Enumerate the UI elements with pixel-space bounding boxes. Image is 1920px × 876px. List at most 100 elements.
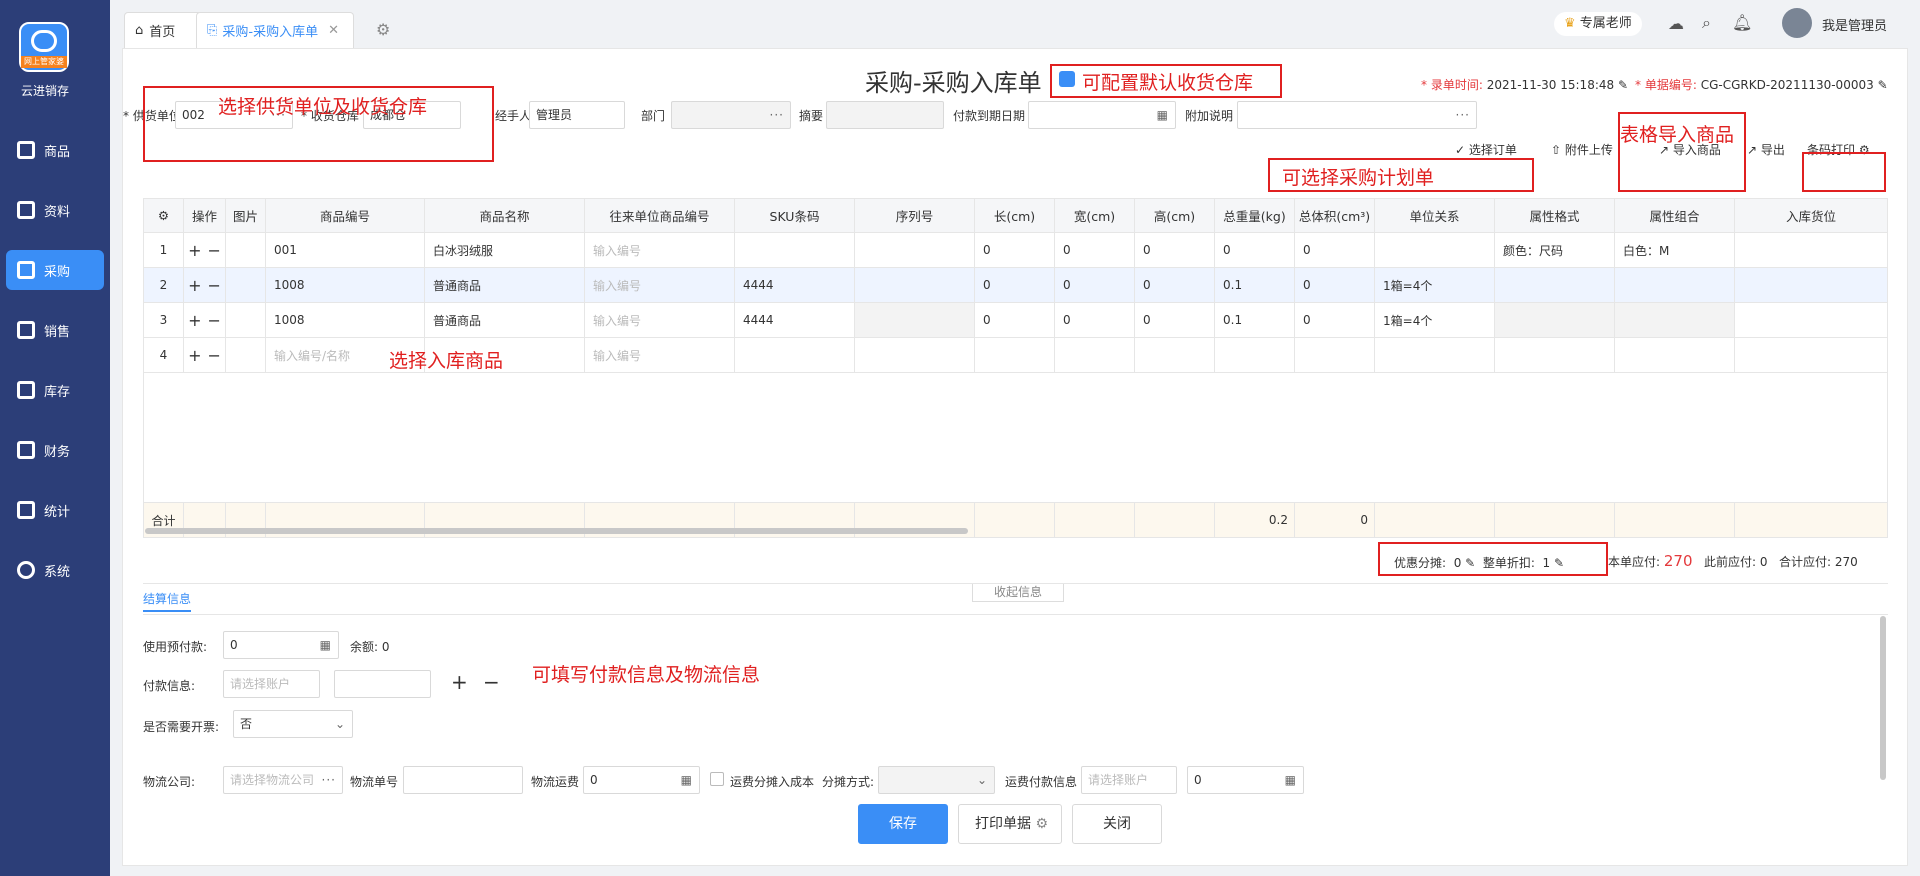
nav-item-stats[interactable]: 统计	[0, 490, 110, 530]
export-button[interactable]: ↗ 导出	[1747, 141, 1785, 158]
remove-payment-icon[interactable]: −	[483, 670, 500, 694]
remove-row-icon[interactable]: −	[208, 346, 221, 365]
summary-label: 摘要	[799, 109, 824, 123]
more-icon[interactable]: ···	[770, 102, 784, 128]
settings-icon[interactable]: ⚙	[376, 20, 390, 39]
pay-amount-input[interactable]	[334, 670, 431, 698]
calculator-icon[interactable]: ▦	[320, 632, 332, 658]
col-code: 商品编号	[265, 198, 425, 233]
doc-icon: ⎘	[207, 23, 218, 38]
share-mode-select[interactable]: ⌄	[878, 766, 995, 794]
share-checkbox[interactable]	[710, 772, 724, 786]
freight-amount-input[interactable]: 0 ▦	[1187, 766, 1304, 794]
col-location: 入库货位	[1734, 198, 1888, 233]
more-icon[interactable]: ···	[1456, 102, 1470, 128]
tab-purchase-in[interactable]: ⎘ 采购-采购入库单 ✕	[196, 12, 354, 48]
collapse-toggle[interactable]: 收起信息	[972, 584, 1064, 602]
add-row-icon[interactable]: +	[188, 311, 201, 330]
upload-icon: ⇧	[1551, 143, 1562, 157]
summary-input[interactable]	[826, 101, 944, 129]
nav-item-stock[interactable]: 库存	[0, 370, 110, 410]
print-button[interactable]: 打印单据 ⚙	[958, 804, 1062, 844]
col-op: 操作	[183, 198, 226, 233]
edit-icon[interactable]: ✎	[1618, 78, 1628, 92]
add-payment-icon[interactable]: +	[451, 670, 468, 694]
dept-label: 部门	[641, 109, 666, 123]
vertical-scrollbar[interactable]	[1880, 616, 1886, 780]
attach-upload-button[interactable]: ⇧ 附件上传	[1551, 141, 1613, 158]
gear-icon[interactable]: ⚙	[1035, 816, 1048, 832]
logistics-select[interactable]: 请选择物流公司 ···	[223, 766, 343, 794]
nav-item-system[interactable]: 系统	[0, 550, 110, 590]
tracking-input[interactable]	[403, 766, 523, 794]
chevron-down-icon: ⌄	[334, 717, 346, 731]
col-attr: 属性格式	[1494, 198, 1615, 233]
remark-input[interactable]: ···	[1237, 101, 1477, 129]
annotation-supplier: 选择供货单位及收货仓库	[218, 96, 428, 118]
doc-no: CG-CGRKD-20211130-00003	[1700, 78, 1874, 92]
table-empty-area	[143, 372, 1888, 503]
nav-item-finance[interactable]: 财务	[0, 430, 110, 470]
add-row-icon[interactable]: +	[188, 346, 201, 365]
edit-icon[interactable]: ✎	[1878, 78, 1888, 92]
horizontal-scrollbar[interactable]	[145, 528, 968, 534]
select-order-button[interactable]: ✓ 选择订单	[1455, 141, 1517, 158]
gear-icon	[17, 561, 35, 579]
save-button[interactable]: 保存	[858, 804, 948, 844]
freight-input[interactable]: 0 ▦	[583, 766, 700, 794]
add-row-icon[interactable]: +	[188, 241, 201, 260]
add-row-icon[interactable]: +	[188, 276, 201, 295]
due-date-label: 付款到期日期	[953, 109, 1026, 123]
calculator-icon[interactable]: ▦	[681, 767, 693, 793]
house-icon	[17, 381, 35, 399]
avatar[interactable]	[1782, 8, 1812, 38]
account-select[interactable]: 请选择账户	[223, 670, 320, 698]
col-length: 长(cm)	[974, 198, 1055, 233]
user-name[interactable]: 我是管理员	[1822, 15, 1887, 34]
search-icon[interactable]: ⌕	[1702, 13, 1711, 33]
due-date-input[interactable]: ▦	[1028, 101, 1176, 129]
calendar-icon[interactable]: ▦	[1157, 102, 1169, 128]
more-icon[interactable]: ···	[322, 767, 336, 793]
remark-label: 附加说明	[1185, 109, 1234, 123]
cloud-download-icon[interactable]: ☁	[1668, 14, 1684, 33]
close-icon[interactable]: ✕	[328, 23, 339, 38]
app-name: 云进销存	[20, 84, 69, 98]
tab-home[interactable]: ⌂ 首页	[124, 12, 202, 48]
dept-input[interactable]: ···	[671, 101, 791, 129]
table-row[interactable]: 3 + − 1008 普通商品 输入编号 4444 0 0 0 0.1 0 1箱=…	[143, 302, 1888, 338]
close-button[interactable]: 关闭	[1072, 804, 1162, 844]
invoice-select[interactable]: 否 ⌄	[233, 710, 353, 738]
annotation-choose-goods: 选择入库商品	[389, 350, 504, 372]
col-image: 图片	[225, 198, 266, 233]
calculator-icon[interactable]: ▦	[1285, 767, 1297, 793]
invoice-label: 是否需要开票:	[143, 720, 220, 734]
prepay-label: 使用预付款:	[143, 640, 208, 654]
col-serial: 序列号	[854, 198, 975, 233]
table-row[interactable]: 1 + − 001 白冰羽绒服 输入编号 0 0 0 0 0 颜色：尺码 白色：M	[143, 232, 1888, 268]
record-time: 2021-11-30 15:18:48	[1486, 78, 1615, 92]
table-row[interactable]: 2 + − 1008 普通商品 输入编号 4444 0 0 0 0.1 0 1箱=…	[143, 267, 1888, 303]
nav-item-goods[interactable]: 商品	[0, 130, 110, 170]
annotation-warehouse: 可配置默认收货仓库	[1082, 72, 1254, 94]
bell-icon[interactable]: 🔔︎	[1732, 13, 1752, 32]
remove-row-icon[interactable]: −	[208, 241, 221, 260]
teacher-badge[interactable]: ♛ 专属老师	[1554, 12, 1642, 36]
col-combo: 属性组合	[1614, 198, 1735, 233]
prepay-input[interactable]: 0 ▦	[223, 631, 339, 659]
column-settings-icon[interactable]: ⚙	[143, 198, 184, 233]
freight-account-select[interactable]: 请选择账户	[1081, 766, 1177, 794]
freight-label: 物流运费	[531, 775, 580, 789]
handler-input[interactable]: 管理员	[529, 101, 625, 129]
share-label: 运费分摊入成本	[730, 775, 815, 789]
remove-row-icon[interactable]: −	[208, 276, 221, 295]
remove-row-icon[interactable]: −	[208, 311, 221, 330]
handler-label: 经手人	[495, 109, 532, 123]
bag-icon	[17, 141, 35, 159]
col-name: 商品名称	[424, 198, 585, 233]
tab-settlement[interactable]: 结算信息	[143, 590, 192, 612]
trend-icon	[17, 501, 35, 519]
nav-item-purchase[interactable]: 采购	[6, 250, 104, 290]
nav-item-data[interactable]: 资料	[0, 190, 110, 230]
nav-item-sales[interactable]: 销售	[0, 310, 110, 350]
